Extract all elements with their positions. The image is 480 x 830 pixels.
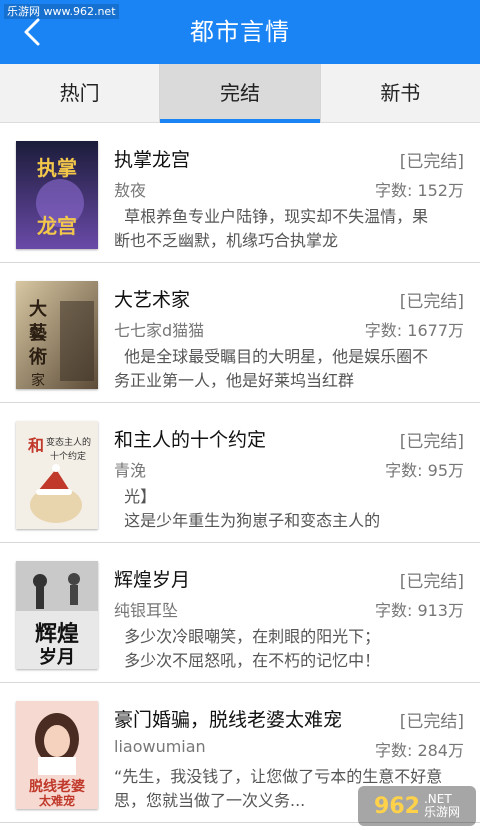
cover-image: 执掌 龙宫 [16, 141, 98, 249]
book-status: [已完结] [399, 572, 464, 592]
book-cover: 大 藝 術 家 [16, 281, 98, 389]
book-status: [已完结] [399, 432, 464, 452]
svg-text:岁月: 岁月 [39, 646, 75, 668]
book-word-count: 字数: 152万 [374, 181, 464, 200]
book-cover: 脱线老婆 太难宠 [16, 701, 98, 809]
cover-image: 和 变态主人的 十个约定 [16, 421, 98, 529]
book-status: [已完结] [399, 152, 464, 172]
svg-text:龙宫: 龙宫 [37, 214, 77, 238]
book-word-count: 字数: 913万 [374, 601, 464, 620]
book-title: 大艺术家 [114, 289, 191, 311]
book-item[interactable]: 大 藝 術 家 大艺术家 [已完结] 七七家d猫猫 字数: 1677万 他是全球… [0, 263, 480, 403]
category-tabs: 热门 完结 新书 [0, 64, 480, 123]
book-cover: 和 变态主人的 十个约定 [16, 421, 98, 529]
watermark-number: 962 [374, 793, 420, 819]
book-item[interactable]: 和 变态主人的 十个约定 和主人的十个约定 [已完结] 青浼 字数: 95万 光… [0, 403, 480, 543]
cover-image: 脱线老婆 太难宠 [16, 701, 98, 809]
svg-text:太难宠: 太难宠 [39, 793, 75, 808]
book-author: 青浼 [114, 461, 147, 480]
book-author: 纯银耳坠 [114, 601, 179, 620]
watermark-cn: 乐游网 [423, 805, 460, 819]
cover-image: 辉煌 岁月 [16, 561, 98, 669]
book-author: liaowumian [114, 737, 206, 756]
book-author: 敖夜 [114, 181, 147, 200]
book-cover: 执掌 龙宫 [16, 141, 98, 249]
book-word-count: 字数: 1677万 [364, 321, 464, 340]
book-cover: 辉煌 岁月 [16, 561, 98, 669]
book-description: 草根养鱼专业户陆铮，现实却不失温情，果断也不乏幽默，机缘巧合执掌龙 [114, 207, 429, 250]
book-title: 豪门婚骗，脱线老婆太难宠 [114, 709, 343, 731]
book-author: 七七家d猫猫 [114, 321, 205, 340]
svg-text:十个约定: 十个约定 [50, 450, 86, 462]
svg-text:和: 和 [28, 436, 44, 455]
book-item[interactable]: 执掌 龙宫 执掌龙宫 [已完结] 敖夜 字数: 152万 草根养鱼专业户陆铮，现… [0, 123, 480, 263]
book-list: 执掌 龙宫 执掌龙宫 [已完结] 敖夜 字数: 152万 草根养鱼专业户陆铮，现… [0, 123, 480, 823]
book-item[interactable]: 辉煌 岁月 辉煌岁月 [已完结] 纯银耳坠 字数: 913万 多少次冷眼嘲笑，在… [0, 543, 480, 683]
svg-text:变态主人的: 变态主人的 [46, 436, 91, 448]
watermark-text: .NET 乐游网 [424, 793, 460, 819]
svg-text:大: 大 [29, 298, 47, 320]
app-header: 乐游网 www.962.net 都市言情 [0, 0, 480, 64]
watermark-logo: 962 .NET 乐游网 [358, 786, 476, 826]
book-title: 和主人的十个约定 [114, 429, 267, 451]
tab-hot[interactable]: 热门 [0, 64, 159, 122]
tab-new[interactable]: 新书 [319, 64, 480, 122]
watermark-net: .NET [423, 792, 452, 806]
svg-text:辉煌: 辉煌 [35, 621, 79, 647]
book-description: 光】 这是少年重生为狗崽子和变态主人的 [124, 487, 381, 530]
svg-text:藝: 藝 [29, 323, 47, 344]
svg-text:执掌: 执掌 [37, 156, 77, 180]
book-word-count: 字数: 95万 [385, 461, 464, 480]
svg-text:家: 家 [31, 372, 45, 389]
tab-completed[interactable]: 完结 [159, 64, 320, 123]
cover-image: 大 藝 術 家 [16, 281, 98, 389]
book-status: [已完结] [399, 292, 464, 312]
book-description: 多少次冷眼嘲笑，在刺眼的阳光下； 多少次不屈怒吼，在不朽的记忆中！ [124, 627, 381, 670]
book-status: [已完结] [399, 712, 464, 732]
svg-text:術: 術 [28, 346, 47, 368]
page-title: 都市言情 [190, 18, 290, 46]
book-title: 执掌龙宫 [114, 149, 191, 171]
svg-text:脱线老婆: 脱线老婆 [29, 778, 85, 795]
book-word-count: 字数: 284万 [374, 741, 464, 760]
book-title: 辉煌岁月 [114, 569, 191, 591]
book-description: 他是全球最受瞩目的大明星，他是娱乐圈不务正业第一人，他是好莱坞当红群 [114, 347, 429, 390]
